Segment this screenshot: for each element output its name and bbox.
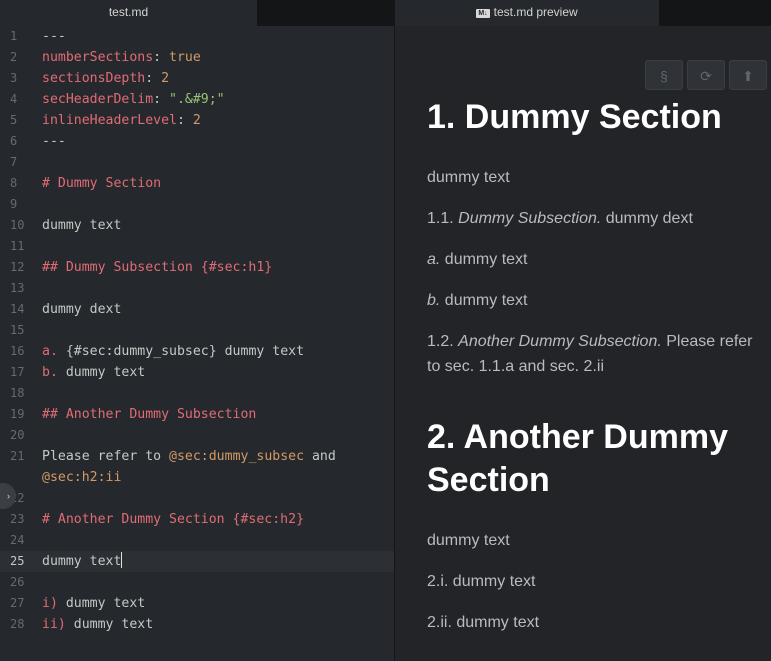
code-line: --- [42, 134, 66, 149]
line-number: 28 [10, 617, 25, 631]
code-line: a. {#sec:dummy_subsec} dummy text [42, 344, 305, 359]
code-line: sectionsDepth: 2 [42, 71, 170, 86]
line-number: 9 [10, 197, 18, 211]
code-line: # Another Dummy Section {#sec:h2} [42, 512, 305, 527]
code-line: ## Dummy Subsection {#sec:h1} [42, 260, 273, 275]
line-number: 19 [10, 407, 25, 421]
line-number: 17 [10, 365, 25, 379]
preview-paragraph: 1.1. Dummy Subsection. dummy dext [427, 210, 693, 227]
code-area[interactable]: --- numberSections: true sectionsDepth: … [42, 26, 392, 635]
line-number: 15 [10, 323, 25, 337]
preview-heading-1: 1. Dummy Section [427, 98, 722, 136]
refresh-button[interactable]: ⟳ [687, 60, 725, 90]
line-number: 18 [10, 386, 25, 400]
line-number: 6 [10, 134, 18, 148]
line-number: 3 [10, 71, 18, 85]
export-button[interactable]: ⬆ [729, 60, 767, 90]
code-line: inlineHeaderLevel: 2 [42, 113, 201, 128]
line-number: 7 [10, 155, 18, 169]
code-line: dummy dext [42, 302, 122, 317]
line-number: 12 [10, 260, 25, 274]
markdown-editor[interactable]: 1 2 3 4 5 6 7 8 9 10 11 12 13 14 15 16 17 18 19 20 21 22 23 24 2… [0, 26, 394, 661]
markdown-preview[interactable]: § ⟳ ⬆ 1. Dummy Section dummy text 1.1. D… [395, 26, 771, 661]
preview-paragraph: 2.ii. dummy text [427, 614, 540, 631]
code-line-wrapped: @sec:h2:ii [42, 470, 122, 485]
line-number: 13 [10, 281, 25, 295]
code-line: b. dummy text [42, 365, 146, 380]
tab-editor[interactable]: test.md [0, 0, 257, 26]
code-line: Please refer to @sec:dummy_subsec and [42, 449, 336, 464]
preview-toolbar: § ⟳ ⬆ [645, 60, 767, 90]
line-number: 23 [10, 512, 25, 526]
text-cursor [121, 552, 123, 568]
tab-bar: test.md M↓ test.md preview [0, 0, 771, 26]
code-line: numberSections: true [42, 50, 201, 65]
code-line: ## Another Dummy Subsection [42, 407, 257, 422]
line-number: 26 [10, 575, 25, 589]
code-line: --- [42, 29, 66, 44]
preview-paragraph: dummy text [427, 169, 510, 186]
line-number: 25 [10, 554, 25, 568]
preview-heading-2: 2. Another Dummy Section [427, 418, 729, 499]
tab-preview[interactable]: M↓ test.md preview [395, 0, 659, 26]
preview-paragraph: dummy text [427, 532, 510, 549]
code-line-active: dummy text [42, 552, 123, 569]
code-line: secHeaderDelim: ".&#9;" [42, 92, 225, 107]
line-number: 5 [10, 113, 18, 127]
line-number: 10 [10, 218, 25, 232]
section-button[interactable]: § [645, 60, 683, 90]
tab-editor-label: test.md [108, 5, 149, 19]
line-number: 8 [10, 176, 18, 190]
line-number: 27 [10, 596, 25, 610]
line-number: 2 [10, 50, 18, 64]
preview-paragraph: 1.2. Another Dummy Subsection. Please re… [427, 333, 753, 375]
line-number: 16 [10, 344, 25, 358]
preview-paragraph: 2.i. dummy text [427, 573, 536, 590]
line-number: 11 [10, 239, 25, 253]
line-number: 1 [10, 29, 18, 43]
code-line: dummy text [42, 218, 122, 233]
line-number: 20 [10, 428, 25, 442]
tab-preview-label: test.md preview [493, 5, 578, 19]
preview-paragraph: b. dummy text [427, 292, 528, 309]
line-number: 24 [10, 533, 25, 547]
line-number: 4 [10, 92, 18, 106]
line-number: 21 [10, 449, 25, 463]
line-number-gutter: 1 2 3 4 5 6 7 8 9 10 11 12 13 14 15 16 17 18 19 20 21 22 23 24 2… [0, 26, 30, 635]
markdown-icon: M↓ [476, 9, 490, 18]
code-line: i) dummy text [42, 596, 146, 611]
preview-paragraph: a. dummy text [427, 251, 528, 268]
code-line: ii) dummy text [42, 617, 154, 632]
line-number: 14 [10, 302, 25, 316]
code-line: # Dummy Section [42, 176, 162, 191]
